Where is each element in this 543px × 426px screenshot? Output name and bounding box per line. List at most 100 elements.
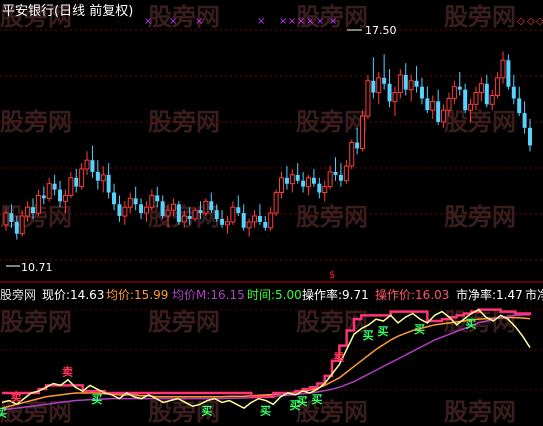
buy-signal: 买: [297, 395, 308, 408]
candle-body: [133, 198, 138, 205]
legend-item: 均价M:16.15: [172, 288, 245, 302]
candle-body: [62, 194, 68, 202]
candle-body: [198, 210, 203, 214]
candle-body: [230, 206, 236, 223]
candle-body: [106, 174, 111, 193]
chart-title[interactable]: 平安银行(日线 前复权): [2, 3, 133, 19]
watermark-text: 股旁网: [0, 308, 72, 336]
candle-body: [58, 189, 63, 202]
candle-body: [246, 221, 252, 229]
candle-body: [31, 207, 36, 214]
candle-body: [365, 80, 371, 117]
candle-body: [489, 94, 495, 105]
cross-marker: ×: [144, 16, 152, 27]
watermark-text: 股旁网: [444, 3, 516, 31]
diamond-marker: ◇: [536, 16, 543, 27]
cross-marker: ×: [306, 16, 314, 27]
candle-body: [484, 83, 489, 105]
candle-body: [500, 59, 506, 79]
candle-body: [333, 171, 338, 175]
candle-body: [3, 212, 9, 226]
stock-chart: 股旁网 股旁网 股旁网 股旁网股旁网 股旁网 股旁网 股旁网股旁网 股旁网 股旁网股旁网 股旁网股…: [0, 0, 543, 426]
candle-body: [408, 80, 414, 91]
candle-body: [446, 97, 452, 111]
candle-body: [112, 192, 117, 205]
candle-body: [360, 115, 366, 149]
legend-item: 现价:14.63: [42, 288, 104, 302]
candle-body: [419, 86, 424, 99]
low-annotation: 10.71: [21, 261, 53, 274]
watermark-text: 股旁网: [444, 203, 516, 231]
candle-body: [311, 177, 316, 184]
candle-body: [522, 113, 527, 128]
watermark-text: 股旁网: [148, 308, 220, 336]
candle-body: [436, 101, 441, 122]
candle-body: [273, 192, 279, 214]
candle-body: [517, 98, 522, 114]
candle-body: [203, 200, 209, 214]
candle-body: [139, 204, 144, 214]
watermark-text: 股旁网: [148, 3, 220, 31]
candle-body: [117, 204, 122, 217]
candle-body: [343, 165, 349, 182]
cross-marker: ×: [316, 16, 324, 27]
candle-body: [214, 210, 219, 219]
candle-body: [19, 215, 25, 235]
buy-signal: 买: [311, 393, 322, 406]
cross-marker: ×: [329, 16, 337, 27]
buy-signal: 买: [363, 329, 374, 342]
candle-body: [122, 206, 128, 217]
diamond-marker: ◇: [517, 16, 525, 27]
candle-body: [25, 206, 31, 217]
sell-signal: 卖: [333, 350, 344, 364]
legend-item: 时间:5.00: [247, 288, 302, 302]
candle-body: [170, 203, 176, 211]
high-annotation: 17.50: [365, 24, 397, 37]
candle-body: [301, 180, 306, 187]
candle-body: [387, 83, 392, 102]
candle-body: [68, 177, 74, 196]
buy-signal: 买: [414, 323, 425, 336]
candle-body: [52, 183, 57, 190]
candle-body: [79, 168, 85, 188]
cross-marker: ×: [288, 16, 296, 27]
candle-body: [46, 183, 52, 199]
sell-signal: 卖: [11, 389, 22, 403]
watermark-text: 股旁网: [148, 108, 220, 136]
candle-body: [149, 194, 155, 208]
buy-signal: 买: [201, 405, 212, 418]
candle-body: [473, 92, 479, 105]
candle-body: [306, 177, 312, 188]
candle-body: [355, 142, 360, 149]
candle-body: [279, 177, 285, 194]
candle-body: [457, 86, 462, 90]
candle-body: [84, 159, 90, 170]
candle-body: [35, 194, 41, 214]
buy-signal: 买: [377, 325, 388, 338]
legend-item: 市净率:1.47: [456, 287, 523, 302]
candle-body: [268, 212, 274, 229]
buy-signal: 买: [91, 393, 102, 406]
candle-body: [511, 86, 516, 99]
candle-body: [441, 109, 447, 123]
legend-item: 股旁网: [0, 287, 36, 302]
candle-body: [187, 216, 192, 219]
candle-body: [349, 142, 355, 167]
candle-body: [397, 74, 403, 94]
candle-body: [322, 186, 328, 194]
candle-body: [463, 89, 468, 111]
candle-body: [74, 177, 79, 187]
candle-body: [220, 218, 225, 225]
buy-signal: 买: [465, 317, 476, 330]
watermark-text: 股旁网: [296, 203, 368, 231]
candle-body: [468, 103, 474, 111]
indicator-legend: 股旁网 现价:14.63 均价:15.99 均价M:16.15 时间:5.00 操作率:9…: [0, 287, 543, 302]
legend-item: 操作价:16.03: [375, 287, 449, 302]
diamond-marker: ◇: [527, 16, 535, 27]
candle-body: [284, 177, 289, 184]
buy-signal: 买: [0, 406, 7, 419]
cross-marker: ×: [257, 16, 265, 27]
candle-body: [506, 60, 511, 87]
candle-body: [41, 195, 46, 199]
candle-body: [528, 127, 532, 146]
